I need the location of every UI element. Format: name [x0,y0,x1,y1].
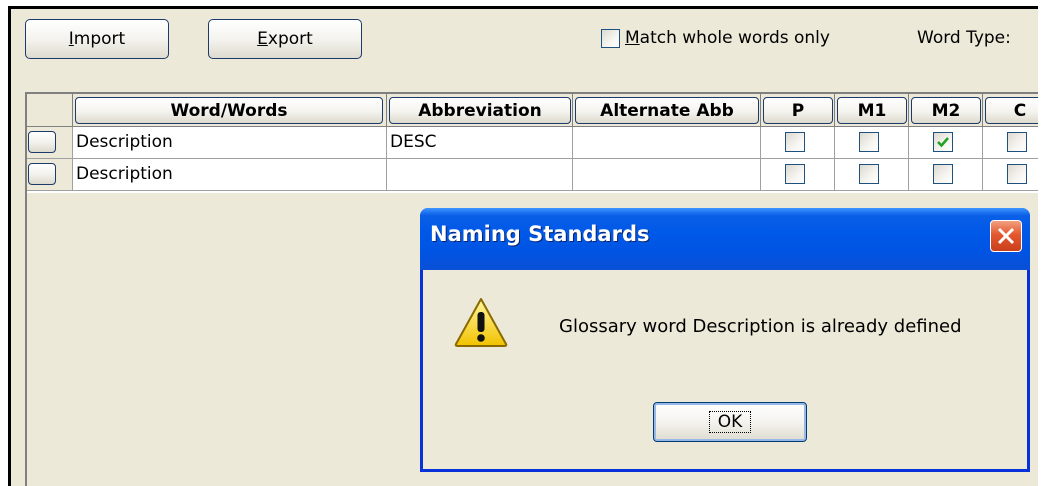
dialog-message: Glossary word Description is already def… [559,316,962,337]
ok-button-label: OK [708,411,752,433]
column-header-p[interactable]: P [763,97,833,124]
grid-header-corner [27,94,73,127]
m2-checkbox[interactable] [933,132,953,152]
cell-m2 [909,159,983,191]
cell-m1 [835,159,909,191]
cell-abbreviation[interactable] [387,159,573,191]
header-cell-m1: M1 [835,94,909,127]
cell-abbreviation[interactable]: DESC [387,127,573,159]
cell-word[interactable]: Description [73,127,387,159]
m1-checkbox[interactable] [859,132,879,152]
p-checkbox[interactable] [785,164,805,184]
row-header-cell [27,127,73,159]
checkmark-icon [937,137,949,148]
cell-p [761,159,835,191]
c-checkbox[interactable] [1007,132,1027,152]
match-whole-words-label[interactable]: Match whole words only [625,28,830,48]
cell-alternate-abb[interactable] [573,159,761,191]
column-header-abbreviation[interactable]: Abbreviation [389,97,571,124]
header-cell-p: P [761,94,835,127]
m1-checkbox[interactable] [859,164,879,184]
column-header-alternate-abb[interactable]: Alternate Abb [575,97,759,124]
cell-c [983,127,1038,159]
header-cell-abbreviation: Abbreviation [387,94,573,127]
cell-c [983,159,1038,191]
row-selector-button[interactable] [28,131,56,153]
p-checkbox[interactable] [785,132,805,152]
column-header-m2[interactable]: M2 [911,97,981,124]
m2-checkbox[interactable] [933,164,953,184]
match-whole-words-checkbox[interactable] [601,29,620,48]
cell-m2 [909,127,983,159]
header-cell-c: C [983,94,1038,127]
close-icon [997,227,1015,245]
import-button[interactable]: Import [25,19,169,59]
dialog-titlebar[interactable]: Naming Standards [420,208,1030,270]
word-type-label: Word Type: [917,28,1011,48]
dialog-title: Naming Standards [430,222,650,246]
naming-standards-dialog: Naming Standards Glossary word Descripti… [420,208,1030,472]
header-cell-m2: M2 [909,94,983,127]
row-selector-button[interactable] [28,163,56,185]
cell-p [761,127,835,159]
header-cell-word: Word/Words [73,94,387,127]
cell-alternate-abb[interactable] [573,127,761,159]
row-header-cell [27,159,73,191]
column-header-c[interactable]: C [985,97,1038,124]
export-button[interactable]: Export [208,19,362,59]
cell-m1 [835,127,909,159]
column-header-m1[interactable]: M1 [837,97,907,124]
export-button-label: Export [257,29,313,49]
header-cell-alternate: Alternate Abb [573,94,761,127]
c-checkbox[interactable] [1007,164,1027,184]
warning-icon [454,298,508,347]
ok-button[interactable]: OK [653,402,807,442]
import-button-label: Import [68,29,126,49]
close-button[interactable] [990,220,1022,252]
column-header-word-words[interactable]: Word/Words [75,97,383,124]
cell-word[interactable]: Description [73,159,387,191]
